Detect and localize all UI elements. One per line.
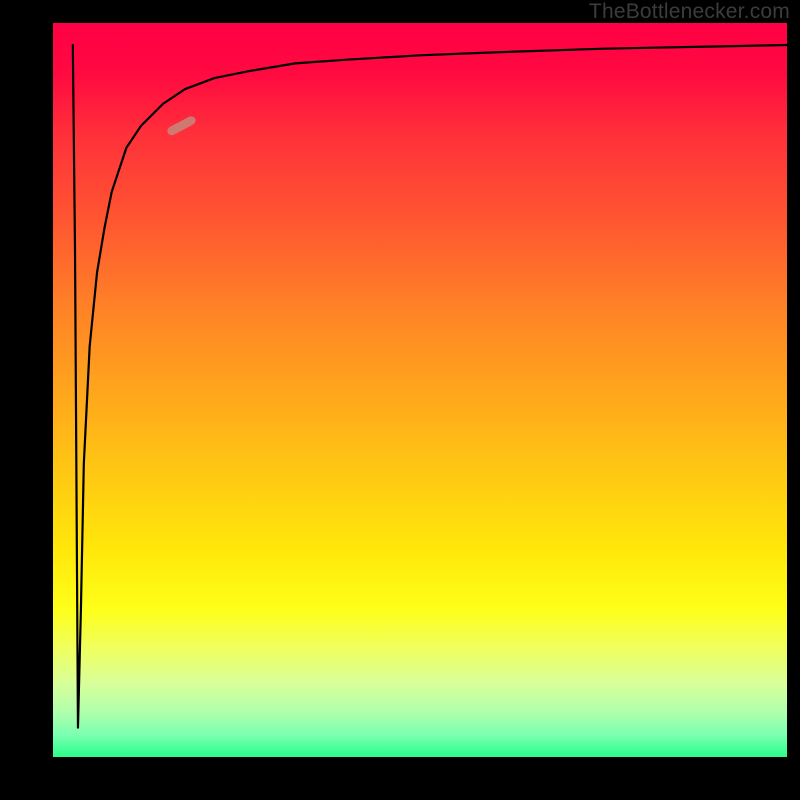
plot-area (53, 23, 787, 757)
curve-svg (53, 23, 787, 757)
curve-marker (166, 115, 197, 137)
bottleneck-curve (73, 45, 787, 728)
chart-stage: TheBottlenecker.com (0, 0, 800, 800)
attribution-text: TheBottlenecker.com (589, 0, 790, 24)
